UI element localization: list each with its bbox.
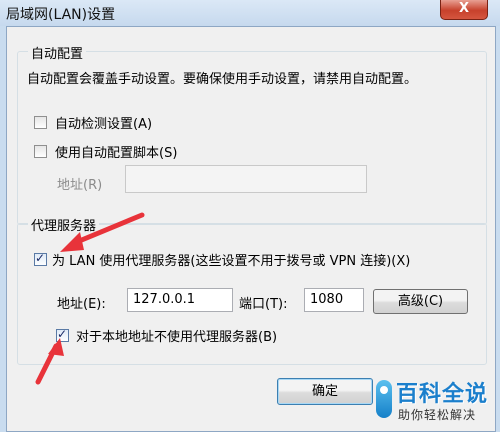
proxy-port-label: 端口(T): [239,297,288,312]
auto-detect-label[interactable]: 自动检测设置(A) [55,113,152,132]
proxy-address-label: 地址(E): [57,297,106,312]
proxy-address-field[interactable]: 127.0.0.1 [127,288,233,312]
auto-config-description: 自动配置会覆盖手动设置。要确保使用手动设置，请禁用自动配置。 [27,72,418,87]
use-proxy-label[interactable]: 为 LAN 使用代理服务器(这些设置不用于拨号或 VPN 连接)(X) [52,250,410,269]
bypass-local-label[interactable]: 对于本地地址不使用代理服务器(B) [76,326,277,345]
proxy-group-label: 代理服务器 [28,215,100,234]
watermark: 百科全说 助你轻松解决 [370,370,500,430]
close-icon: X [458,1,470,16]
proxy-port-field[interactable]: 1080 [304,288,364,312]
script-address-field[interactable] [125,165,367,193]
watermark-main-text: 百科全说 [396,382,489,407]
advanced-button[interactable]: 高级(C) [373,289,468,314]
auto-config-script-label[interactable]: 使用自动配置脚本(S) [55,142,177,161]
auto-detect-checkbox[interactable] [34,116,47,129]
title-bar: 局域网(LAN)设置 X [0,0,500,26]
ok-button[interactable]: 确定 [277,378,373,405]
close-button[interactable]: X [440,0,488,20]
use-proxy-checkbox[interactable]: ✓ [34,251,47,266]
watermark-logo-icon [376,380,392,418]
watermark-sub-text: 助你轻松解决 [398,408,477,422]
checkmark-icon: ✓ [35,251,46,265]
auto-config-group-label: 自动配置 [28,43,87,62]
bypass-local-checkbox[interactable]: ✓ [56,327,69,342]
window-title: 局域网(LAN)设置 [6,7,116,23]
auto-config-script-checkbox[interactable] [34,145,47,158]
script-address-label: 地址(R) [57,178,103,193]
checkmark-icon: ✓ [57,327,68,341]
